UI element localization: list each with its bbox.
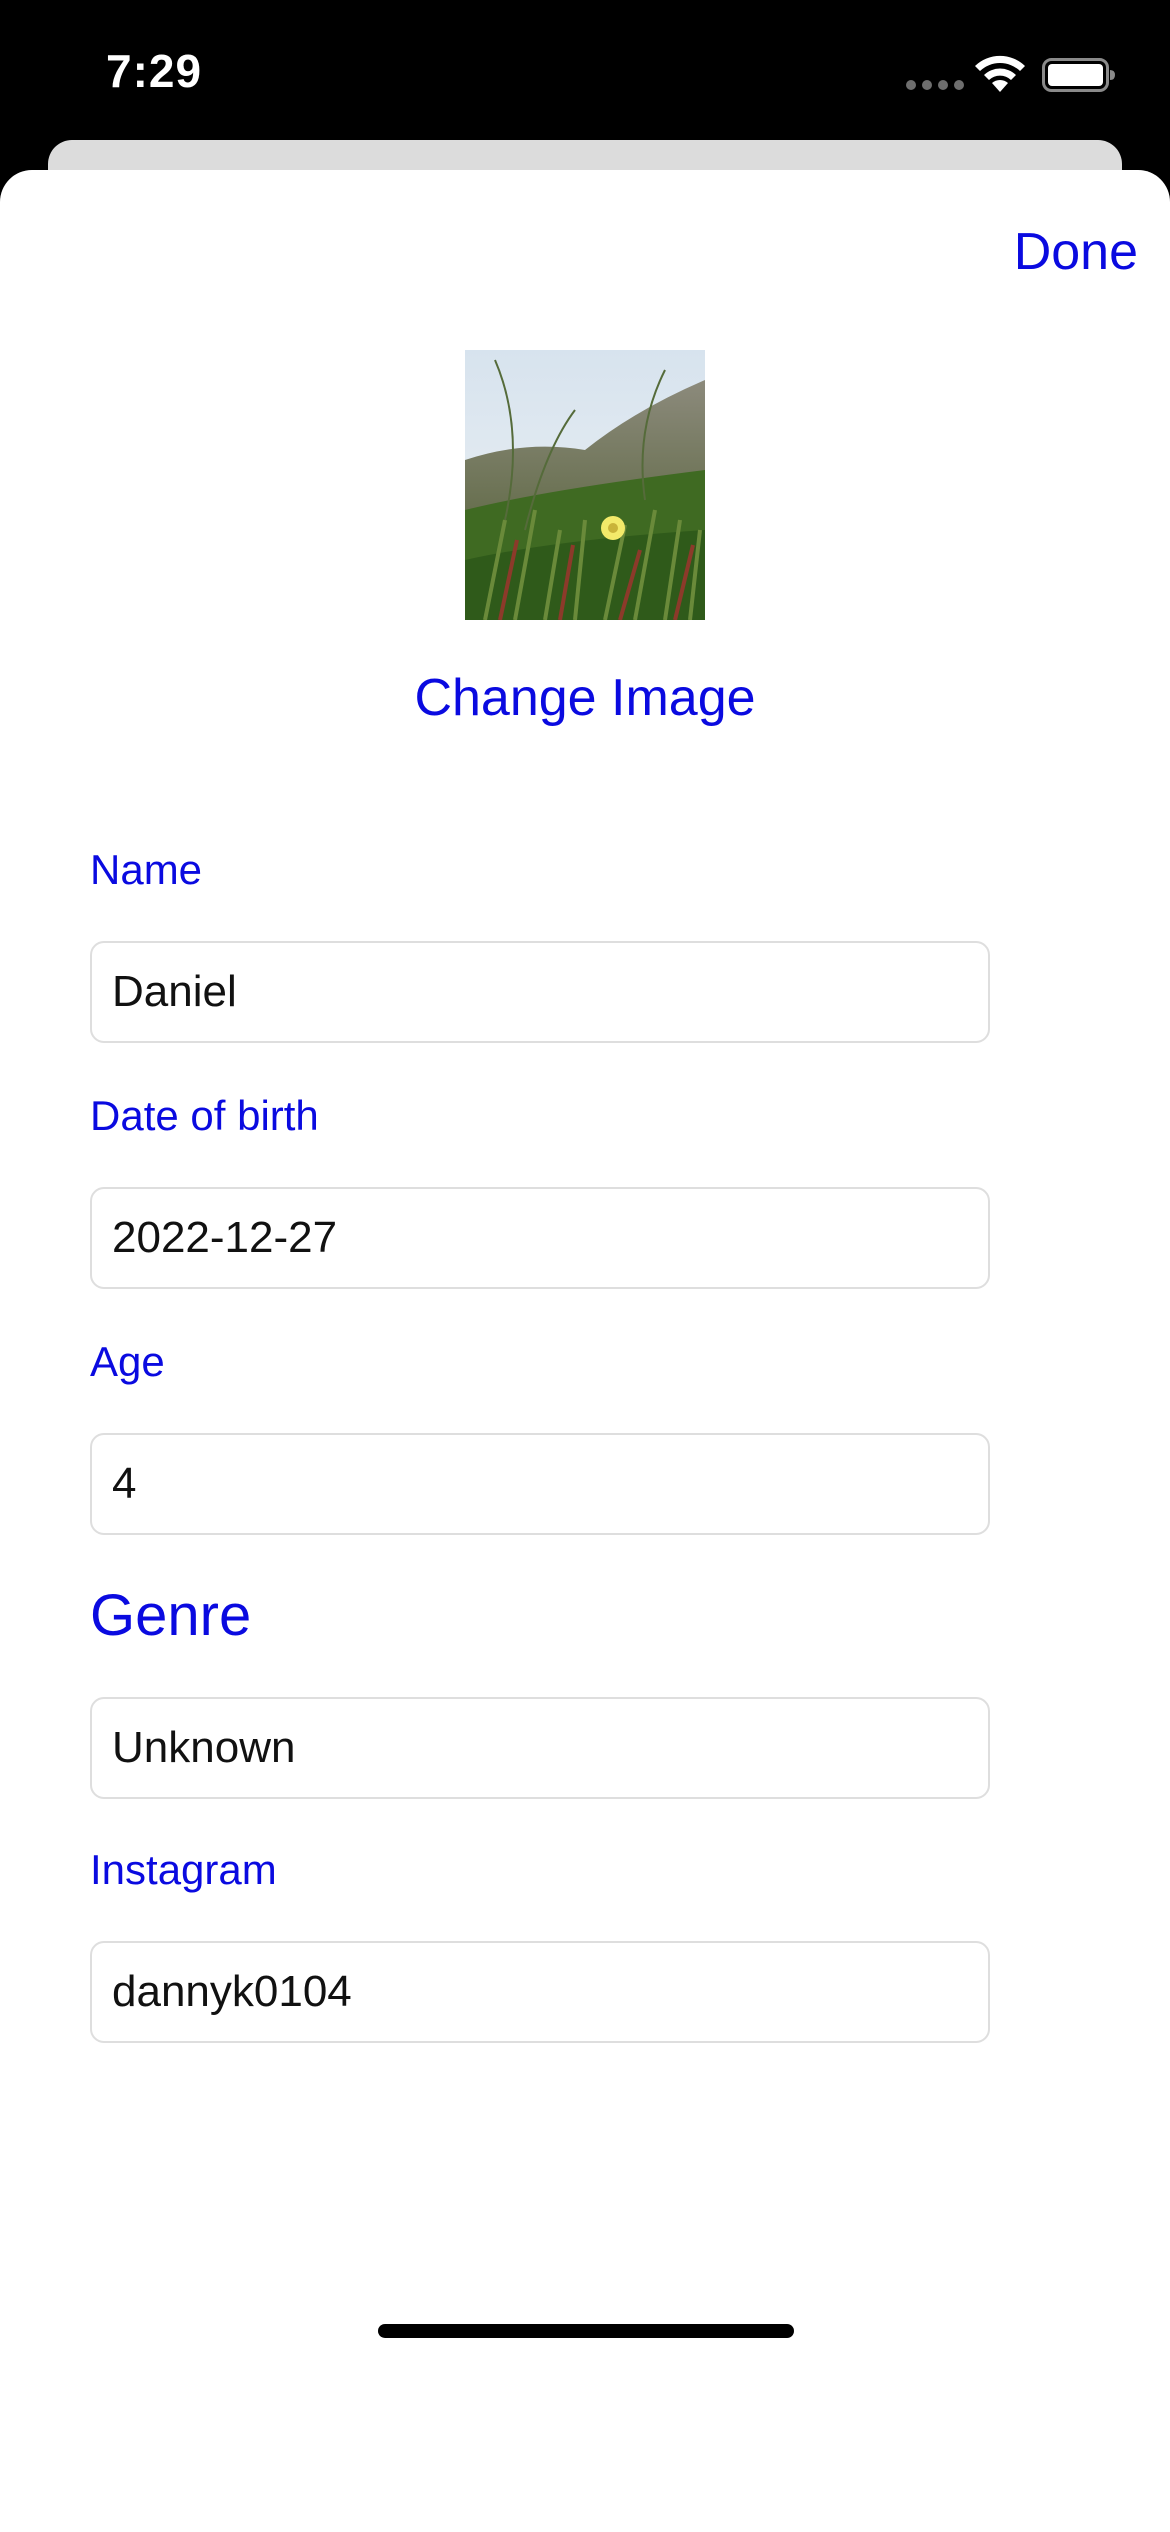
name-label: Name xyxy=(90,846,203,893)
age-field[interactable] xyxy=(90,1433,990,1535)
wifi-icon xyxy=(975,55,1025,92)
date-of-birth-field[interactable] xyxy=(90,1187,990,1289)
change-image-button[interactable]: Change Image xyxy=(0,668,1170,728)
age-label: Age xyxy=(90,1338,165,1385)
instagram-label: Instagram xyxy=(90,1846,277,1893)
done-button[interactable]: Done xyxy=(1014,222,1138,282)
flower-photo-image xyxy=(465,350,705,620)
name-field[interactable] xyxy=(90,941,990,1043)
profile-photo xyxy=(465,350,705,620)
edit-profile-sheet: Done Change Image Name Daniel Date of bi… xyxy=(0,170,1170,2532)
genre-field[interactable] xyxy=(90,1697,990,1799)
instagram-field[interactable] xyxy=(90,1941,990,2043)
status-bar: 7:29 xyxy=(0,0,1170,140)
date-of-birth-label: Date of birth xyxy=(90,1092,319,1139)
status-time: 7:29 xyxy=(106,45,203,97)
home-indicator[interactable] xyxy=(378,2324,794,2338)
cellular-signal-icon xyxy=(906,80,964,90)
battery-icon xyxy=(1042,58,1115,92)
genre-label: Genre xyxy=(90,1583,252,1648)
